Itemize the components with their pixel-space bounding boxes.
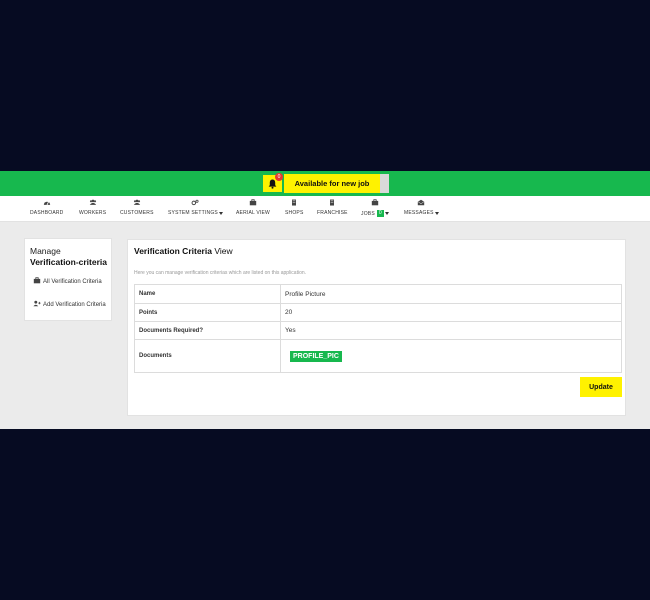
page-title: Verification Criteria View bbox=[134, 246, 233, 256]
app-window: 0 Available for new job DASHBOARD WORKER… bbox=[0, 171, 650, 429]
briefcase-icon bbox=[249, 199, 257, 206]
row-key: Points bbox=[134, 303, 281, 322]
table-row: Documents PROFILE_PIC bbox=[134, 339, 622, 373]
row-key: Documents Required? bbox=[134, 321, 281, 340]
sidebar-item-add-verification-criteria[interactable]: Add Verification Criteria bbox=[33, 300, 109, 309]
nav-dashboard[interactable]: DASHBOARD bbox=[30, 199, 63, 216]
row-key: Name bbox=[134, 284, 281, 304]
sidebar-item-all-verification-criteria[interactable]: All Verification Criteria bbox=[33, 277, 109, 286]
chevron-down-icon bbox=[384, 212, 389, 215]
table-row: Points 20 bbox=[134, 303, 622, 322]
nav-messages[interactable]: MESSAGES bbox=[404, 199, 439, 216]
nav-shops-label: SHOPS bbox=[285, 210, 304, 216]
users-icon bbox=[133, 199, 141, 205]
nav-aerial-view[interactable]: AERIAL VIEW bbox=[236, 199, 270, 216]
envelope-icon bbox=[418, 199, 425, 206]
nav-jobs-row: JOBS 0 bbox=[361, 210, 389, 217]
dashboard-icon bbox=[43, 201, 50, 206]
nav-system-settings[interactable]: SYSTEM SETTINGS bbox=[168, 199, 223, 216]
gears-icon bbox=[192, 199, 199, 206]
nav-system-settings-label: SYSTEM SETTINGS bbox=[168, 210, 218, 216]
page-subtitle: Here you can manage verification criteri… bbox=[134, 270, 307, 276]
row-value: 20 bbox=[280, 303, 622, 322]
users-icon bbox=[89, 199, 96, 205]
jobs-count-badge: 0 bbox=[376, 210, 384, 217]
nav-workers-label: WORKERS bbox=[79, 210, 107, 216]
nav-jobs[interactable]: JOBS 0 bbox=[361, 199, 389, 217]
sidebar-title-manage: Manage bbox=[30, 246, 61, 256]
page-title-bold: Verification Criteria bbox=[134, 246, 212, 256]
nav-aerial-view-label: AERIAL VIEW bbox=[236, 210, 270, 216]
update-button[interactable]: Update bbox=[580, 377, 622, 397]
nav-messages-row: MESSAGES bbox=[404, 210, 439, 216]
notification-count-badge: 0 bbox=[275, 173, 283, 181]
nav-franchise-label: FRANCHISE bbox=[317, 210, 348, 216]
nav-franchise[interactable]: FRANCHISE bbox=[317, 199, 348, 216]
page-title-rest: View bbox=[211, 246, 233, 256]
nav-customers-label: CUSTOMERS bbox=[120, 210, 154, 216]
briefcase-icon bbox=[371, 199, 379, 206]
main-navbar: DASHBOARD WORKERS CUSTOMERS SYSTEM SETTI… bbox=[0, 196, 650, 222]
row-value: Profile Picture bbox=[280, 284, 622, 304]
row-value: PROFILE_PIC bbox=[280, 339, 622, 373]
building-icon bbox=[330, 199, 335, 206]
document-tag: PROFILE_PIC bbox=[290, 350, 342, 362]
nav-messages-label: MESSAGES bbox=[404, 210, 434, 216]
table-row: Name Profile Picture bbox=[134, 284, 622, 304]
nav-customers[interactable]: CUSTOMERS bbox=[120, 199, 154, 216]
briefcase-icon bbox=[33, 277, 41, 284]
nav-dashboard-label: DASHBOARD bbox=[30, 210, 64, 216]
chevron-down-icon bbox=[434, 211, 439, 215]
nav-system-settings-row: SYSTEM SETTINGS bbox=[168, 210, 223, 216]
table-row: Documents Required? Yes bbox=[134, 321, 622, 340]
sidebar-item-label: All Verification Criteria bbox=[43, 279, 102, 285]
nav-shops[interactable]: SHOPS bbox=[285, 199, 304, 216]
row-key: Documents bbox=[134, 339, 281, 373]
nav-workers[interactable]: WORKERS bbox=[79, 199, 106, 216]
sidebar-item-label: Add Verification Criteria bbox=[43, 302, 106, 308]
sidebar-title-section: Verification-criteria bbox=[30, 257, 108, 267]
building-icon bbox=[292, 199, 297, 206]
user-plus-icon bbox=[33, 300, 41, 307]
sidebar: Manage Verification-criteria All Verific… bbox=[24, 238, 112, 321]
nav-jobs-label: JOBS bbox=[361, 210, 375, 217]
chevron-down-icon bbox=[218, 211, 223, 215]
row-value: Yes bbox=[280, 321, 622, 340]
available-for-job-toggle[interactable]: Available for new job bbox=[284, 174, 389, 193]
details-table: Name Profile Picture Points 20 Documents… bbox=[134, 284, 622, 373]
top-bar: 0 Available for new job bbox=[0, 171, 650, 196]
details-panel: Verification Criteria View Here you can … bbox=[127, 239, 626, 416]
